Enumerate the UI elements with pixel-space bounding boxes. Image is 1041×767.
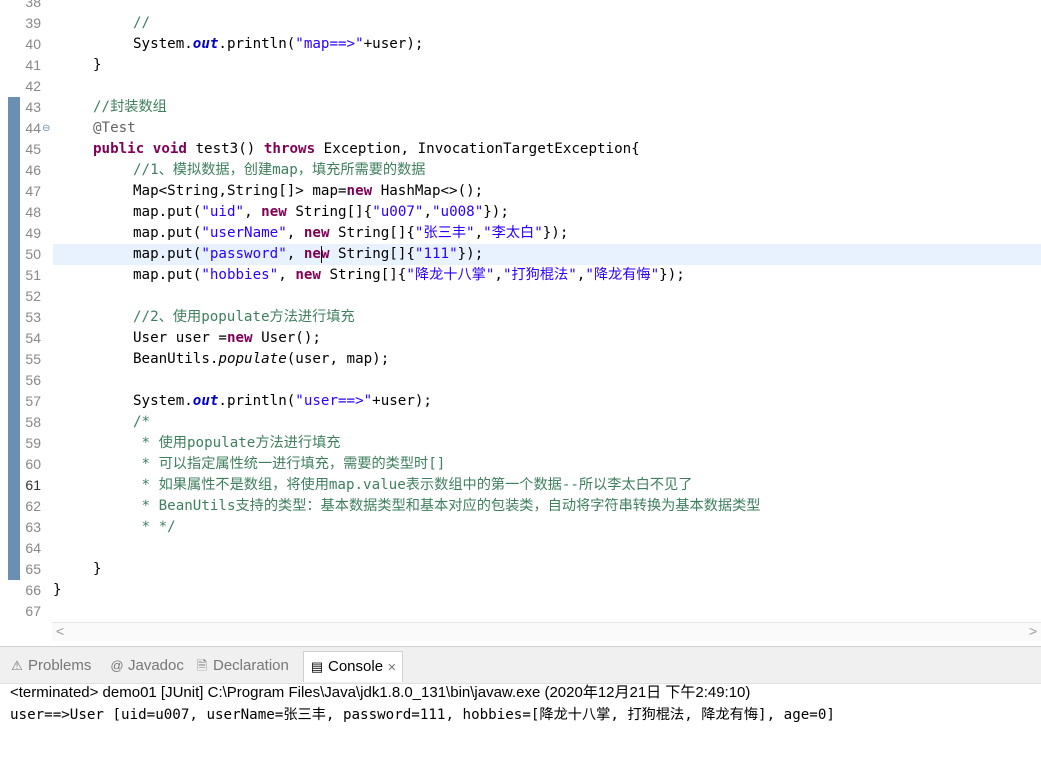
console-output[interactable]: user==>User [uid=u007, userName=张三丰, pas… bbox=[10, 705, 835, 725]
code-line: // bbox=[133, 15, 151, 31]
line-number: 66 bbox=[25, 582, 41, 598]
code-line: map.put("uid", new String[]{"u007","u008… bbox=[133, 204, 509, 220]
line-number: 51 bbox=[25, 267, 41, 283]
code-line: * */ bbox=[133, 519, 176, 535]
code-line: * 如果属性不是数组，将使用map.value表示数组中的第一个数据--所以李太… bbox=[133, 477, 693, 493]
code-line: /* bbox=[133, 414, 151, 430]
line-number: 53 bbox=[25, 309, 41, 325]
line-number: 60 bbox=[25, 456, 41, 472]
line-number: 59 bbox=[25, 435, 41, 451]
code-line: Map<String,String[]> map=new HashMap<>()… bbox=[133, 183, 484, 199]
line-number: 52 bbox=[25, 288, 41, 304]
tab-javadoc[interactable]: @ Javadoc bbox=[110, 655, 183, 677]
warning-icon: ⚠ bbox=[11, 658, 23, 673]
change-marker bbox=[8, 97, 20, 580]
line-number: 64 bbox=[25, 540, 41, 556]
line-number: 42 bbox=[25, 78, 41, 94]
line-number: 43 bbox=[25, 99, 41, 115]
code-line: //2、使用populate方法进行填充 bbox=[133, 309, 355, 325]
line-number: 50 bbox=[25, 246, 41, 262]
tab-console[interactable]: ▤ Console ✕ bbox=[303, 651, 404, 682]
line-number: 67 bbox=[25, 603, 41, 619]
line-number: 44 bbox=[25, 120, 41, 136]
console-status: <terminated> demo01 [JUnit] C:\Program F… bbox=[10, 684, 751, 701]
code-editor[interactable]: 38 39 40 41 42 43 44 45 46 47 48 49 50 5… bbox=[0, 0, 1041, 622]
code-line: //1、模拟数据，创建map，填充所需要的数据 bbox=[133, 162, 426, 178]
line-number: 49 bbox=[25, 225, 41, 241]
scroll-right-icon[interactable]: > bbox=[1029, 623, 1037, 639]
code-line: } bbox=[93, 561, 102, 577]
scroll-left-icon[interactable]: < bbox=[56, 623, 64, 639]
code-line: //封装数组 bbox=[93, 99, 167, 115]
console-icon: ▤ bbox=[310, 659, 324, 674]
code-line: * BeanUtils支持的类型：基本数据类型和基本对应的包装类，自动将字符串转… bbox=[133, 498, 761, 514]
code-line: map.put("userName", new String[]{"张三丰","… bbox=[133, 225, 569, 241]
code-line: User user =new User(); bbox=[133, 330, 321, 346]
code-line: public void test3() throws Exception, In… bbox=[93, 141, 640, 157]
line-number: 41 bbox=[25, 57, 41, 73]
line-number: 65 bbox=[25, 561, 41, 577]
bottom-panel: ⚠ Problems @ Javadoc 🗎 Declaration ▤ Console… bbox=[0, 646, 1041, 767]
line-number: 56 bbox=[25, 372, 41, 388]
line-number: 62 bbox=[25, 498, 41, 514]
line-number: 38 bbox=[25, 0, 41, 10]
horizontal-scrollbar[interactable]: < > bbox=[52, 622, 1041, 641]
line-number: 57 bbox=[25, 393, 41, 409]
fold-collapse-icon[interactable]: ⊖ bbox=[42, 118, 50, 139]
line-number: 40 bbox=[25, 36, 41, 52]
code-line: * 使用populate方法进行填充 bbox=[133, 435, 341, 451]
line-number: 47 bbox=[25, 183, 41, 199]
at-icon: @ bbox=[110, 658, 124, 673]
code-line: System.out.println("user==>"+user); bbox=[133, 393, 432, 409]
code-line: } bbox=[93, 57, 102, 73]
code-line: * 可以指定属性统一进行填充，需要的类型时[] bbox=[133, 456, 446, 472]
line-number: 46 bbox=[25, 162, 41, 178]
line-number: 54 bbox=[25, 330, 41, 346]
code-line: System.out.println("map==>"+user); bbox=[133, 36, 424, 52]
line-number: 61 bbox=[25, 477, 41, 493]
panel-tab-bar: ⚠ Problems @ Javadoc 🗎 Declaration ▤ Console… bbox=[0, 647, 1041, 684]
close-icon[interactable]: ✕ bbox=[387, 662, 396, 674]
tab-problems[interactable]: ⚠ Problems bbox=[10, 655, 91, 677]
code-line: } bbox=[53, 582, 62, 598]
line-number: 39 bbox=[25, 15, 41, 31]
line-number: 55 bbox=[25, 351, 41, 367]
line-number: 48 bbox=[25, 204, 41, 220]
code-line-current[interactable]: map.put("password", new String[]{"111"})… bbox=[133, 244, 483, 265]
tab-declaration[interactable]: 🗎 Declaration bbox=[195, 655, 289, 677]
code-line: map.put("hobbies", new String[]{"降龙十八掌",… bbox=[133, 267, 685, 283]
line-number: 45 bbox=[25, 141, 41, 157]
line-number: 58 bbox=[25, 414, 41, 430]
declaration-icon: 🗎 bbox=[196, 658, 208, 673]
code-line: BeanUtils.populate(user, map); bbox=[133, 351, 390, 367]
code-line: @Test bbox=[93, 120, 136, 136]
line-number: 63 bbox=[25, 519, 41, 535]
